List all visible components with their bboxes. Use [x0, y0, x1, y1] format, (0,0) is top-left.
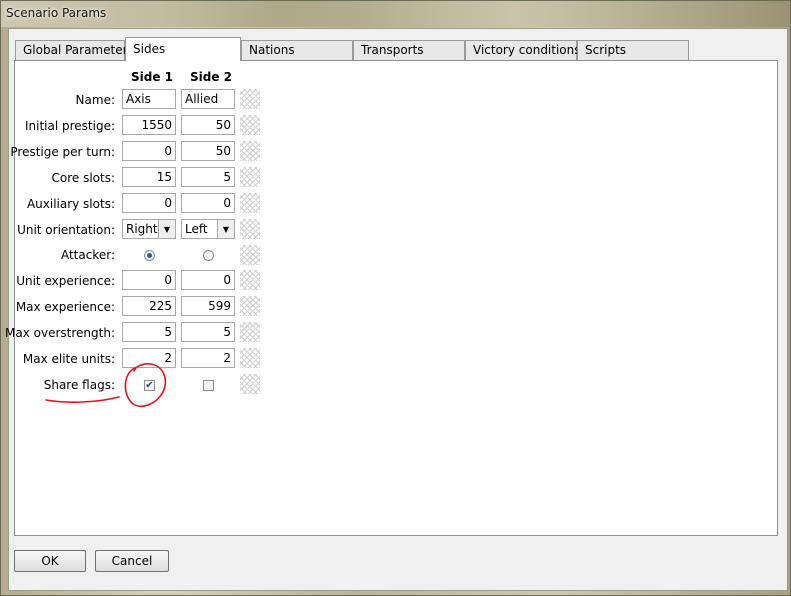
tab-nations[interactable]: Nations [241, 40, 353, 60]
tab-label: Transports [361, 43, 424, 57]
tab-label: Scripts [585, 43, 627, 57]
tab-label: Global Parameters [23, 43, 134, 57]
tab-label: Victory conditions [473, 43, 581, 57]
red-annotation [45, 363, 167, 407]
tab-sides[interactable]: Sides [125, 37, 241, 61]
cancel-button[interactable]: Cancel [95, 550, 169, 572]
window-title: Scenario Params [6, 6, 107, 20]
sides-panel: Side 1 Side 2 Name: Axis Allied Initial … [5, 60, 778, 536]
title-bar[interactable]: Scenario Params [1, 1, 790, 27]
tab-label: Nations [249, 43, 295, 57]
tab-global-parameters[interactable]: Global Parameters [15, 40, 134, 60]
tab-transports[interactable]: Transports [353, 40, 465, 60]
ok-button[interactable]: OK [14, 550, 86, 572]
tab-label: Sides [133, 42, 166, 56]
dialog-client: Global Parameters Sides Nations Transpor… [5, 28, 788, 591]
scenario-params-window: Scenario Params Global Parameters Sides … [0, 0, 791, 596]
tab-scripts[interactable]: Scripts [577, 40, 689, 60]
tab-victory-conditions[interactable]: Victory conditions [465, 40, 581, 60]
tab-strip: Global Parameters Sides Nations Transpor… [15, 37, 695, 61]
